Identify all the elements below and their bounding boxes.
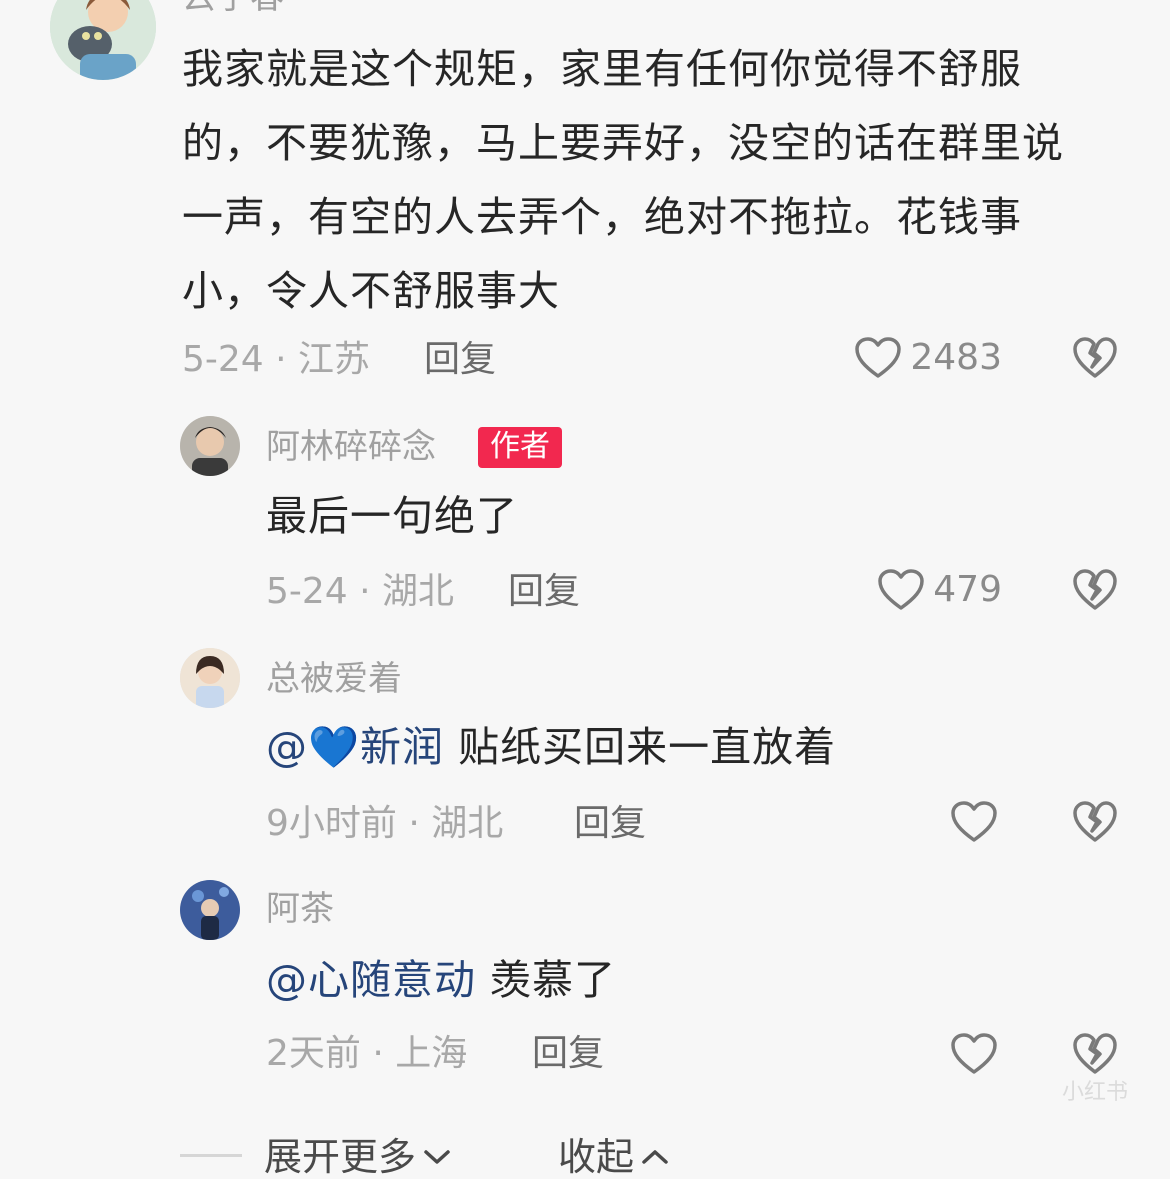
collapse-button[interactable]: 收起 — [558, 1138, 670, 1176]
mention-link[interactable]: @心随意动 — [266, 956, 476, 1004]
avatar[interactable] — [50, 0, 156, 80]
divider — [180, 1154, 242, 1157]
mention-link[interactable]: @💙新润 — [266, 723, 444, 771]
collapse-label: 收起 — [558, 1135, 635, 1179]
avatar[interactable] — [180, 416, 240, 476]
reply-text: 最后一句绝了 — [266, 492, 518, 540]
reply-button[interactable]: 回复 — [424, 342, 496, 378]
broken-heart-icon[interactable] — [1072, 800, 1118, 844]
comment-date-location: 9小时前 · 湖北 — [266, 803, 504, 844]
watermark: 小红书 — [1062, 1080, 1129, 1105]
broken-heart-icon[interactable] — [1072, 336, 1118, 380]
username[interactable]: 阿林碎碎念 — [266, 430, 436, 464]
heart-outline-icon[interactable] — [950, 800, 998, 844]
avatar[interactable] — [180, 880, 240, 940]
reply-text: @💙新润 贴纸买回来一直放着 — [266, 723, 837, 771]
broken-heart-icon[interactable] — [1072, 1032, 1118, 1076]
author-badge: 作者 — [478, 427, 562, 468]
reply-text-body: 羡慕了 — [476, 956, 617, 1004]
reply-text: @心随意动 羡慕了 — [266, 956, 617, 1004]
username[interactable]: 总被爱着 — [266, 662, 402, 696]
comment-date-location: 5-24 · 江苏 — [182, 339, 371, 380]
heart-outline-icon[interactable] — [950, 1032, 998, 1076]
broken-heart-icon[interactable] — [1072, 568, 1118, 612]
username[interactable]: 云子春 — [182, 0, 284, 14]
chevron-down-icon — [422, 1147, 452, 1167]
like-button[interactable]: 479 — [877, 568, 1002, 612]
comment-text: 我家就是这个规矩，家里有任何你觉得不舒服的，不要犹豫，马上要弄好，没空的话在群里… — [182, 45, 1064, 315]
reply-button[interactable]: 回复 — [574, 806, 646, 842]
username[interactable]: 阿茶 — [266, 892, 334, 926]
like-count: 2483 — [910, 337, 1002, 378]
chevron-up-icon — [640, 1147, 670, 1167]
heart-outline-icon — [854, 336, 902, 380]
like-button[interactable]: 2483 — [854, 336, 1002, 380]
avatar[interactable] — [180, 648, 240, 708]
like-count: 479 — [933, 569, 1002, 610]
expand-more-label: 展开更多 — [264, 1135, 417, 1179]
comment-date-location: 5-24 · 湖北 — [266, 571, 455, 612]
expand-more-button[interactable]: 展开更多 — [264, 1138, 452, 1176]
comment-date-location: 2天前 · 上海 — [266, 1033, 468, 1074]
reply-button[interactable]: 回复 — [532, 1036, 604, 1072]
reply-button[interactable]: 回复 — [508, 574, 580, 610]
reply-text-body: 贴纸买回来一直放着 — [444, 723, 837, 771]
heart-outline-icon — [877, 568, 925, 612]
